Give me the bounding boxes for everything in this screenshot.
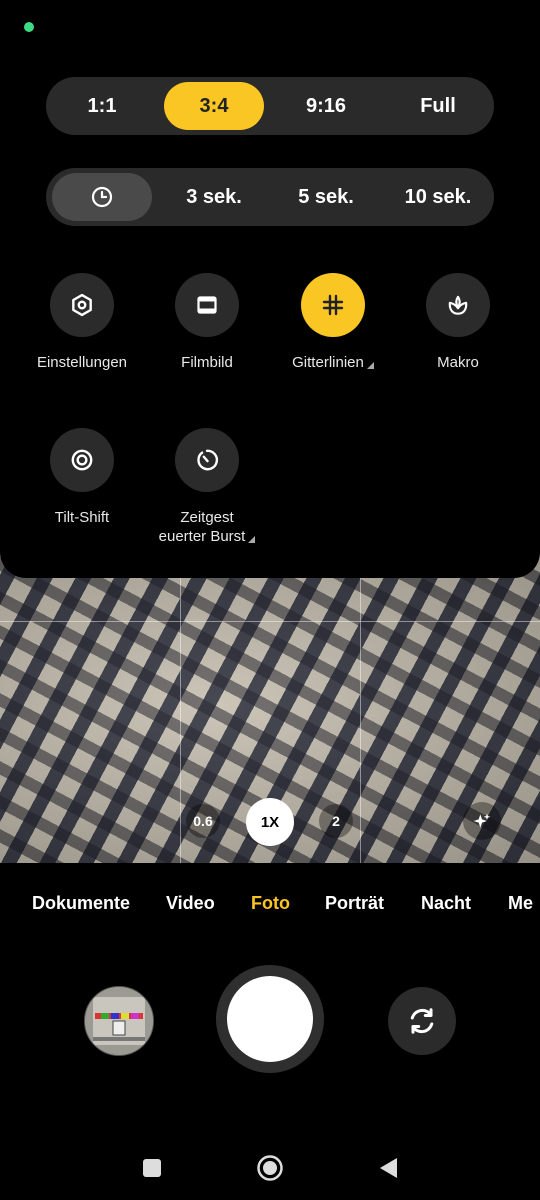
zoom-2-button[interactable]: 2	[319, 804, 353, 838]
zoom-1x-button[interactable]: 1X	[246, 798, 294, 846]
switch-camera-icon	[410, 1008, 434, 1034]
settings-icon	[72, 293, 92, 317]
film-frame-label: Filmbild	[181, 354, 233, 371]
timer-10s[interactable]: 10 sek.	[388, 173, 488, 221]
grid-line	[180, 545, 181, 863]
timed-burst-icon	[197, 449, 219, 471]
gallery-thumbnail[interactable]	[84, 986, 154, 1056]
switch-camera-button[interactable]	[388, 987, 456, 1055]
tilt-shift-label: Tilt-Shift	[54, 509, 110, 526]
macro-flower-icon	[448, 295, 468, 315]
shutter-button[interactable]	[216, 965, 324, 1073]
tilt-shift-tile[interactable]: Tilt-Shift	[17, 428, 147, 527]
aspect-ratio-selector: 1:1 3:4 9:16 Full	[46, 77, 494, 135]
grid-line	[360, 545, 361, 863]
camera-status-dot	[24, 22, 34, 32]
clock-icon	[91, 186, 113, 208]
grid-line	[0, 621, 540, 622]
aspect-ratio-full[interactable]: Full	[388, 82, 488, 130]
timed-burst-label-line1: Zeitgest	[180, 509, 234, 526]
zoom-0-6-button[interactable]: 0.6	[186, 804, 220, 838]
aspect-ratio-9-16[interactable]: 9:16	[276, 82, 376, 130]
ai-scene-button[interactable]	[463, 802, 501, 840]
aspect-ratio-1-1[interactable]: 1:1	[52, 82, 152, 130]
submenu-indicator-icon	[366, 362, 374, 369]
sparkle-icon	[473, 813, 491, 828]
submenu-indicator-icon	[248, 536, 256, 543]
timer-selector: 3 sek. 5 sek. 10 sek.	[46, 168, 494, 226]
grid-lines-tile[interactable]: Gitterlinien	[268, 273, 398, 372]
settings-label: Einstellungen	[36, 354, 128, 371]
tilt-shift-icon	[71, 449, 93, 471]
mode-foto[interactable]: Foto	[251, 893, 290, 914]
mode-more[interactable]: Me	[508, 893, 533, 914]
back-triangle-icon	[380, 1158, 397, 1178]
home-circle-icon	[257, 1155, 283, 1181]
timer-5s[interactable]: 5 sek.	[276, 173, 376, 221]
grid-lines-label: Gitterlinien	[292, 354, 364, 371]
timer-3s[interactable]: 3 sek.	[164, 173, 264, 221]
recent-apps-button[interactable]	[136, 1152, 168, 1184]
last-photo-thumbnail	[85, 987, 153, 1055]
shutter-inner	[227, 976, 313, 1062]
home-button[interactable]	[254, 1152, 286, 1184]
mode-dokumente[interactable]: Dokumente	[32, 893, 130, 914]
mode-video[interactable]: Video	[166, 893, 215, 914]
quick-settings-panel: 1:1 3:4 9:16 Full 3 sek. 5 sek. 10 sek. …	[0, 0, 540, 578]
timed-burst-tile[interactable]: Zeitgest euerter Burst	[142, 428, 272, 546]
timed-burst-label-line2: euerter Burst	[158, 528, 246, 545]
macro-label: Makro	[437, 354, 479, 371]
grid-icon	[322, 294, 344, 316]
camera-mode-selector: Dokumente Video Foto Porträt Nacht Me	[0, 893, 540, 919]
square-icon	[143, 1159, 161, 1177]
timer-off-button[interactable]	[52, 173, 152, 221]
settings-tile[interactable]: Einstellungen	[17, 273, 147, 372]
mode-portraet[interactable]: Porträt	[325, 893, 384, 914]
aspect-ratio-3-4[interactable]: 3:4	[164, 82, 264, 130]
macro-tile[interactable]: Makro	[393, 273, 523, 372]
film-frame-tile[interactable]: Filmbild	[142, 273, 272, 372]
film-frame-icon	[197, 296, 217, 314]
mode-nacht[interactable]: Nacht	[421, 893, 471, 914]
back-button[interactable]	[372, 1152, 404, 1184]
